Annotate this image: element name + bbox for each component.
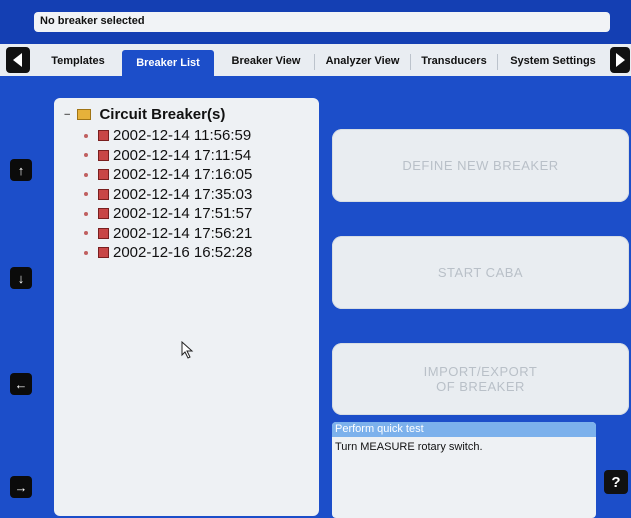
expand-dot-icon [84, 172, 88, 177]
down-arrow-button[interactable]: ↓ [10, 267, 32, 289]
right-arrow-button[interactable]: → [10, 476, 32, 498]
expand-dot-icon [84, 192, 88, 197]
triangle-left-icon [13, 53, 22, 67]
breaker-icon [98, 169, 109, 181]
mouse-pointer-icon [181, 341, 194, 359]
tree-item-label: 2002-12-14 17:51:57 [113, 205, 253, 223]
tree-item-label: 2002-12-16 16:52:28 [113, 244, 253, 262]
import-export-label-line1: IMPORT/EXPORT [423, 364, 538, 379]
tab-analyzer-view[interactable]: Analyzer View [315, 49, 410, 73]
tab-scroll-right-button[interactable] [610, 47, 630, 73]
tree-item-label: 2002-12-14 17:11:54 [113, 146, 252, 164]
up-arrow-button[interactable]: ↑ [10, 159, 32, 181]
left-arrow-button[interactable]: ← [10, 373, 32, 395]
status-bar: No breaker selected [34, 12, 610, 32]
tab-system-settings[interactable]: System Settings [498, 49, 608, 73]
expand-dot-icon [84, 153, 88, 158]
tab-transducers[interactable]: Transducers [411, 49, 497, 73]
start-caba-button[interactable]: START CABA [332, 236, 629, 309]
tree-item[interactable]: 2002-12-14 17:56:21 [84, 224, 252, 244]
tree-item[interactable]: 2002-12-14 17:11:54 [84, 146, 252, 166]
import-export-breaker-button[interactable]: IMPORT/EXPORT OF BREAKER [332, 343, 629, 415]
breaker-list: 2002-12-14 11:56:59 2002-12-14 17:11:54 … [84, 126, 252, 263]
arrow-left-icon: ← [14, 376, 28, 392]
tree-item[interactable]: 2002-12-14 11:56:59 [84, 126, 252, 146]
arrow-down-icon: ↓ [17, 270, 25, 286]
arrow-up-icon: ↑ [17, 162, 25, 178]
breaker-icon [98, 149, 109, 161]
import-export-label-line2: OF BREAKER [436, 379, 525, 394]
define-new-breaker-label: DEFINE NEW BREAKER [402, 158, 559, 173]
help-button[interactable]: ? [604, 470, 628, 494]
breaker-icon [98, 227, 109, 239]
tree-item-label: 2002-12-14 17:35:03 [113, 185, 253, 203]
tree-item-label: 2002-12-14 11:56:59 [113, 127, 252, 145]
tree-item-label: 2002-12-14 17:56:21 [113, 224, 253, 242]
expand-dot-icon [84, 231, 88, 236]
collapse-icon[interactable]: − [64, 109, 70, 121]
tree-root[interactable]: − Circuit Breaker(s) [64, 106, 225, 123]
expand-dot-icon [84, 133, 88, 138]
tab-scroll-left-button[interactable] [6, 47, 30, 73]
start-caba-label: START CABA [437, 265, 524, 280]
question-mark-icon: ? [611, 473, 621, 491]
help-panel-text: Turn MEASURE rotary switch. [335, 441, 483, 453]
tree-item[interactable]: 2002-12-16 16:52:28 [84, 243, 252, 263]
tree-item-label: 2002-12-14 17:16:05 [113, 166, 253, 184]
breaker-icon [98, 208, 109, 220]
breaker-icon [98, 130, 109, 142]
tab-bar: Templates Breaker List Breaker View Anal… [0, 44, 631, 76]
expand-dot-icon [84, 211, 88, 216]
breaker-tree-panel[interactable]: − Circuit Breaker(s) 2002-12-14 11:56:59… [54, 98, 319, 516]
quick-test-help-panel: Perform quick test Turn MEASURE rotary s… [332, 422, 596, 518]
app-window: No breaker selected Templates Breaker Li… [0, 0, 631, 518]
define-new-breaker-button[interactable]: DEFINE NEW BREAKER [332, 129, 629, 202]
arrow-right-icon: → [14, 479, 28, 495]
breaker-icon [98, 188, 109, 200]
breaker-icon [98, 247, 109, 259]
tab-breaker-view[interactable]: Breaker View [219, 49, 313, 73]
triangle-right-icon [616, 53, 625, 67]
tree-root-label: Circuit Breaker(s) [99, 106, 226, 123]
expand-dot-icon [84, 250, 88, 255]
folder-icon [77, 109, 92, 120]
tree-item[interactable]: 2002-12-14 17:35:03 [84, 185, 252, 205]
tab-templates[interactable]: Templates [38, 49, 118, 73]
help-panel-title: Perform quick test [332, 422, 596, 437]
tree-item[interactable]: 2002-12-14 17:51:57 [84, 204, 252, 224]
top-bar: No breaker selected [0, 0, 631, 44]
tab-breaker-list[interactable]: Breaker List [122, 50, 214, 76]
tree-item[interactable]: 2002-12-14 17:16:05 [84, 165, 252, 185]
